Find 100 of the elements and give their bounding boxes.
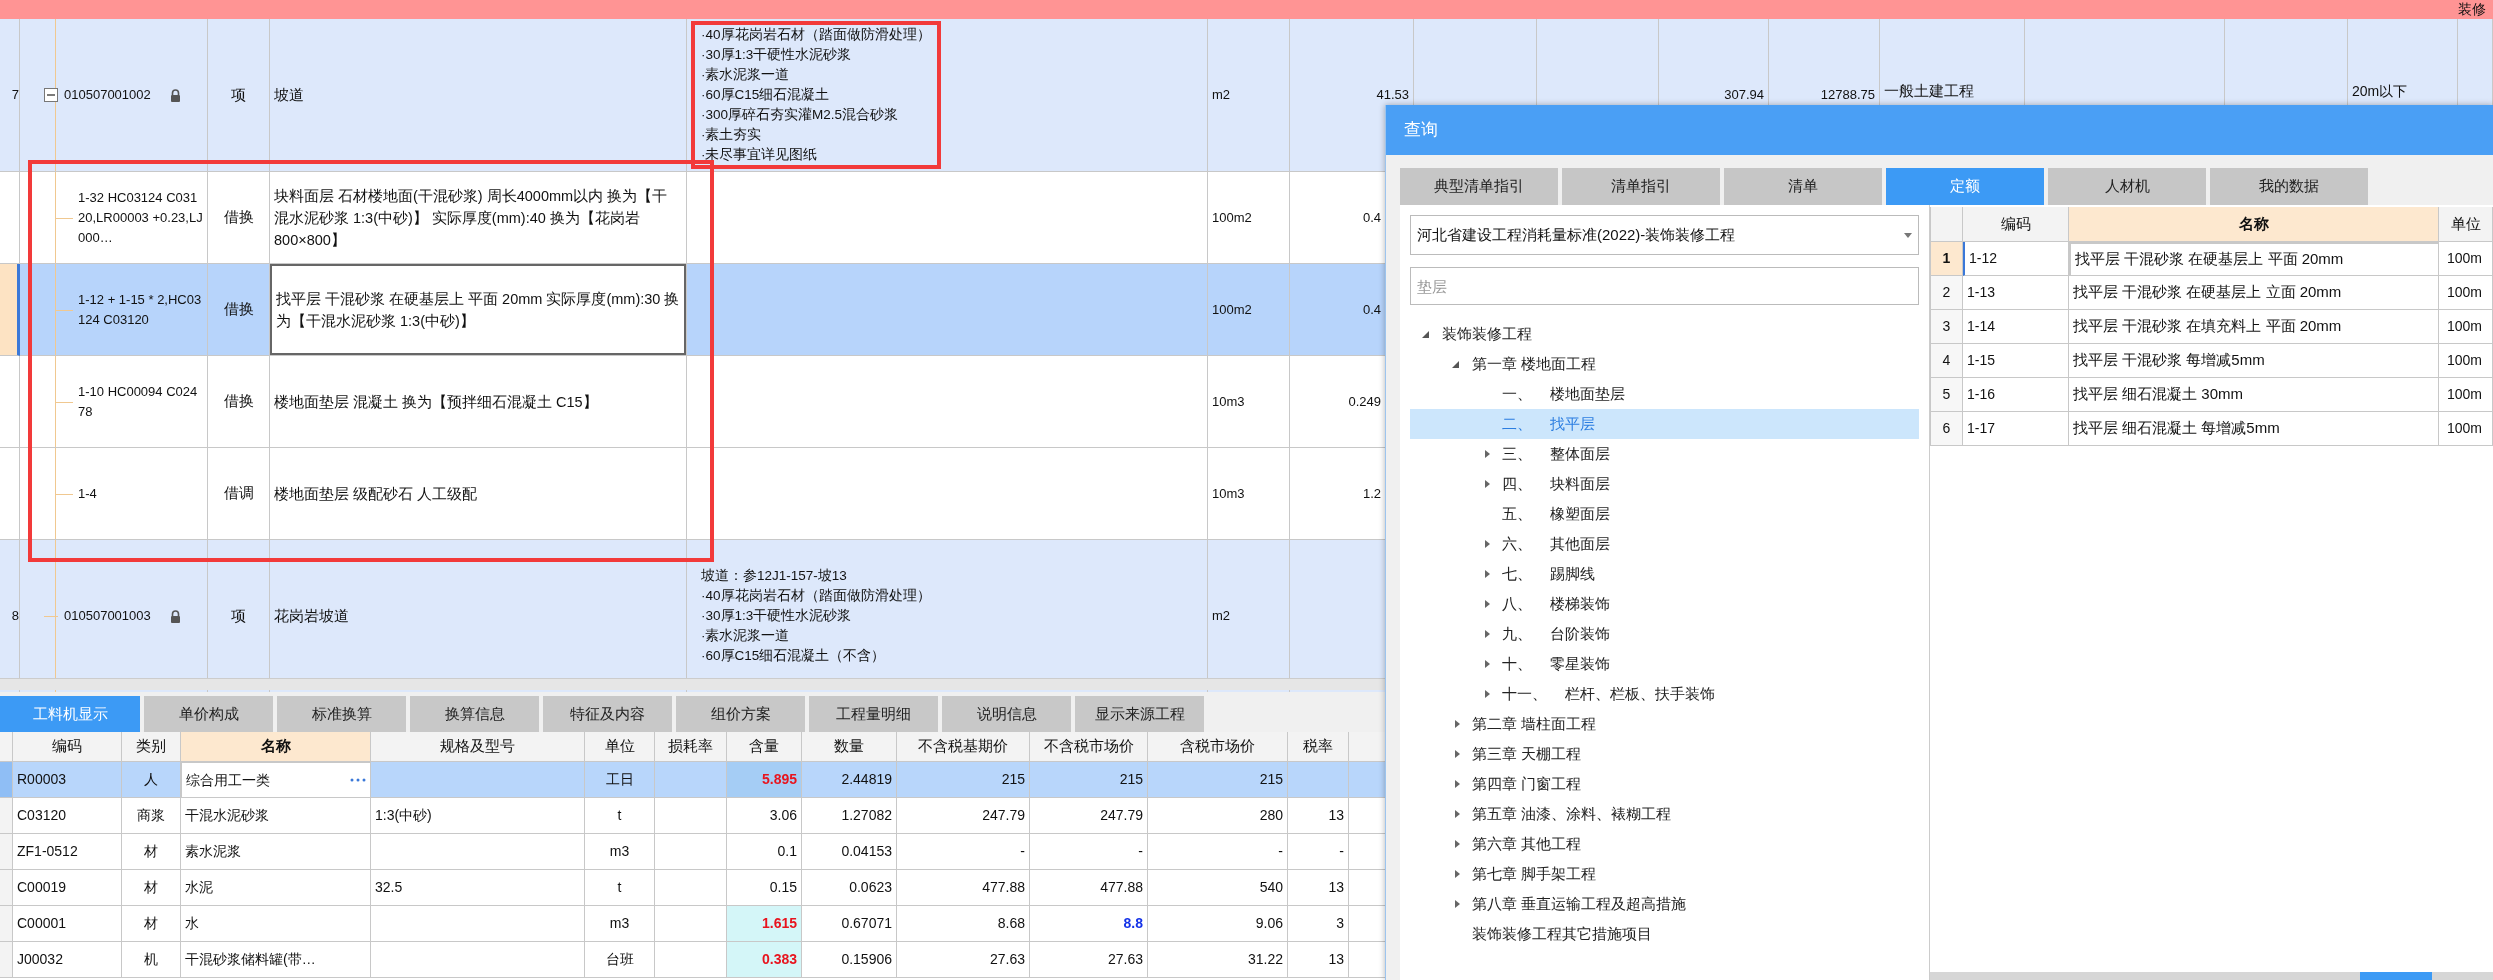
- resource-type: 材: [144, 914, 158, 933]
- item-name[interactable]: 找平层 干混砂浆 在硬基层上 平面 20mm 实际厚度(mm):30 换为【干混水泥砂浆 1:3(中砂)】: [270, 264, 686, 355]
- resource-type: 材: [144, 842, 158, 861]
- panel-tab[interactable]: 工程量明细: [809, 696, 938, 732]
- tree-item[interactable]: 一、 楼地面垫层: [1502, 382, 1625, 406]
- resource-code: ZF1-0512: [17, 842, 78, 861]
- base-price: 247.79: [982, 806, 1025, 825]
- item-code: 1-12 + 1-15 * 2,HC03124 C03120: [78, 290, 203, 329]
- tree-item[interactable]: 六、 其他面层: [1502, 532, 1610, 556]
- quota-name[interactable]: 找平层 细石混凝土 每增减5mm: [2069, 412, 2439, 446]
- resource-quantity: 0.0623: [849, 878, 892, 897]
- resource-quantity: 0.67071: [841, 914, 892, 933]
- tree-item[interactable]: 装饰装修工程其它措施项目: [1472, 922, 1652, 946]
- resource-code: R00003: [17, 770, 67, 789]
- tree-item[interactable]: 第六章 其他工程: [1472, 832, 1582, 856]
- feature-list: ·40厚花岗岩石材（踏面做防滑处理） ·30厚1:3干硬性水泥砂浆 ·素水泥浆一道 ·60厚C15细石混凝土 ·300厚碎石夯实灌M2.5混合砂浆 ·素土夯实 ·未尽事宜详见图纸: [691, 21, 941, 169]
- resource-name[interactable]: 水泥: [185, 877, 213, 898]
- resource-name[interactable]: 水: [185, 913, 199, 934]
- column-header[interactable]: 名称: [181, 732, 371, 762]
- dialog-tab[interactable]: 我的数据: [2210, 168, 2368, 205]
- panel-tab[interactable]: 特征及内容: [543, 696, 672, 732]
- base-price: 8.68: [997, 914, 1025, 933]
- market-price-with-tax: -: [1278, 842, 1283, 861]
- tree-item[interactable]: 第四章 门窗工程: [1472, 772, 1582, 796]
- content-amount: 3.06: [769, 806, 797, 825]
- tree-item[interactable]: 第七章 脚手架工程: [1472, 862, 1597, 886]
- market-price-with-tax: 280: [1259, 806, 1283, 825]
- market-price: 477.88: [1100, 878, 1143, 897]
- dialog-tab[interactable]: 典型清单指引: [1400, 168, 1558, 205]
- horizontal-scrollbar[interactable]: [0, 678, 1385, 690]
- resource-code: C00001: [17, 914, 67, 933]
- resource-unit: m3: [609, 914, 630, 933]
- resource-quantity: 0.15906: [841, 950, 892, 969]
- tree-item[interactable]: 九、 台阶装饰: [1502, 622, 1610, 646]
- base-price: 27.63: [989, 950, 1025, 969]
- tree-item[interactable]: 第八章 垂直运输工程及超高措施: [1472, 892, 1687, 916]
- tax-rate: 13: [1328, 950, 1344, 969]
- content-amount: 0.383: [761, 950, 797, 969]
- market-price-with-tax: 31.22: [1247, 950, 1283, 969]
- library-dropdown[interactable]: 河北省建设工程消耗量标准(2022)-装饰装修工程: [1410, 215, 1919, 255]
- resource-name[interactable]: 素水泥浆: [185, 841, 241, 862]
- tax-rate: 3: [1336, 914, 1344, 933]
- panel-tab[interactable]: 显示来源工程: [1075, 696, 1204, 732]
- row-number: 1: [1930, 242, 1963, 276]
- row-number: 7: [0, 19, 20, 172]
- item-code: 1-32 HC03124 C03120,LR00003 +0.23,LJ000…: [78, 188, 203, 247]
- column-header[interactable]: 名称: [2069, 207, 2439, 242]
- tree-item[interactable]: 七、 踢脚线: [1502, 562, 1595, 586]
- tree-item[interactable]: 第五章 油漆、涂料、裱糊工程: [1472, 802, 1672, 826]
- base-price: 477.88: [982, 878, 1025, 897]
- panel-tab[interactable]: 标准换算: [277, 696, 406, 732]
- tree-item[interactable]: 装饰装修工程: [1442, 322, 1532, 346]
- market-price: 247.79: [1100, 806, 1143, 825]
- resource-type: 材: [144, 878, 158, 897]
- market-price-with-tax: 215: [1259, 770, 1283, 789]
- row-number: 6: [1930, 412, 1963, 446]
- panel-tab[interactable]: 换算信息: [410, 696, 539, 732]
- tree-item[interactable]: 八、 楼梯装饰: [1502, 592, 1610, 616]
- resource-unit: 台班: [605, 950, 634, 969]
- item-code: 010507001003: [64, 607, 152, 625]
- tree-item[interactable]: 五、 橡塑面层: [1502, 502, 1610, 526]
- resource-name[interactable]: 干混水泥砂浆: [185, 805, 269, 826]
- resource-type: 商浆: [137, 806, 165, 825]
- dialog-title: 查询: [1386, 105, 2493, 155]
- more-icon[interactable]: [350, 778, 366, 782]
- tree-item[interactable]: 第一章 楼地面工程: [1472, 352, 1597, 376]
- market-price-with-tax: 9.06: [1255, 914, 1283, 933]
- tax-rate: 13: [1328, 878, 1344, 897]
- tree-item[interactable]: 第二章 墙柱面工程: [1472, 712, 1597, 736]
- panel-tab[interactable]: 组价方案: [676, 696, 805, 732]
- market-price-with-tax: 540: [1259, 878, 1283, 897]
- item-name: 楼地面垫层 级配砂石 人工级配: [274, 484, 478, 504]
- search-field[interactable]: 垫层: [1410, 267, 1919, 305]
- tax-rate: 13: [1328, 806, 1344, 825]
- item-code: 1-10 HC00094 C02478: [78, 382, 199, 421]
- tree-item[interactable]: 四、 块料面层: [1502, 472, 1610, 496]
- base-price: 215: [1001, 770, 1025, 789]
- tree-item[interactable]: 第三章 天棚工程: [1472, 742, 1582, 766]
- dialog-tab[interactable]: 清单指引: [1562, 168, 1720, 205]
- panel-tab[interactable]: 单价构成: [144, 696, 273, 732]
- tree-item[interactable]: 十、 零星装饰: [1502, 652, 1610, 676]
- panel-tab[interactable]: 说明信息: [942, 696, 1071, 732]
- resource-unit: t: [617, 878, 622, 897]
- tree-item[interactable]: 三、 整体面层: [1502, 442, 1610, 466]
- quota-code: 1-17: [1963, 412, 2069, 446]
- market-price: 215: [1119, 770, 1143, 789]
- quota-unit: 100m: [2439, 412, 2493, 446]
- dialog-tab[interactable]: 人材机: [2048, 168, 2206, 205]
- horizontal-scrollbar[interactable]: [1930, 972, 2493, 980]
- content-amount: 0.15: [769, 878, 797, 897]
- resource-unit: m3: [609, 842, 630, 861]
- resource-name[interactable]: 干混砂浆储料罐(带…: [185, 949, 316, 970]
- resource-spec: 1:3(中砂): [375, 806, 432, 825]
- dialog-tab[interactable]: 清单: [1724, 168, 1882, 205]
- row-number: 4: [1930, 344, 1963, 378]
- collapse-icon[interactable]: [44, 88, 58, 102]
- item-name: 块料面层 石材楼地面(干混砂浆) 周长4000mm以内 换为【干混水泥砂浆 1:3(中砂)】 实际厚度(mm):40 换为【花岗岩800×800】: [274, 186, 669, 250]
- tree-item[interactable]: 十一、 栏杆、栏板、扶手装饰: [1502, 682, 1715, 706]
- market-price: -: [1138, 842, 1143, 861]
- resource-code: C03120: [17, 806, 67, 825]
